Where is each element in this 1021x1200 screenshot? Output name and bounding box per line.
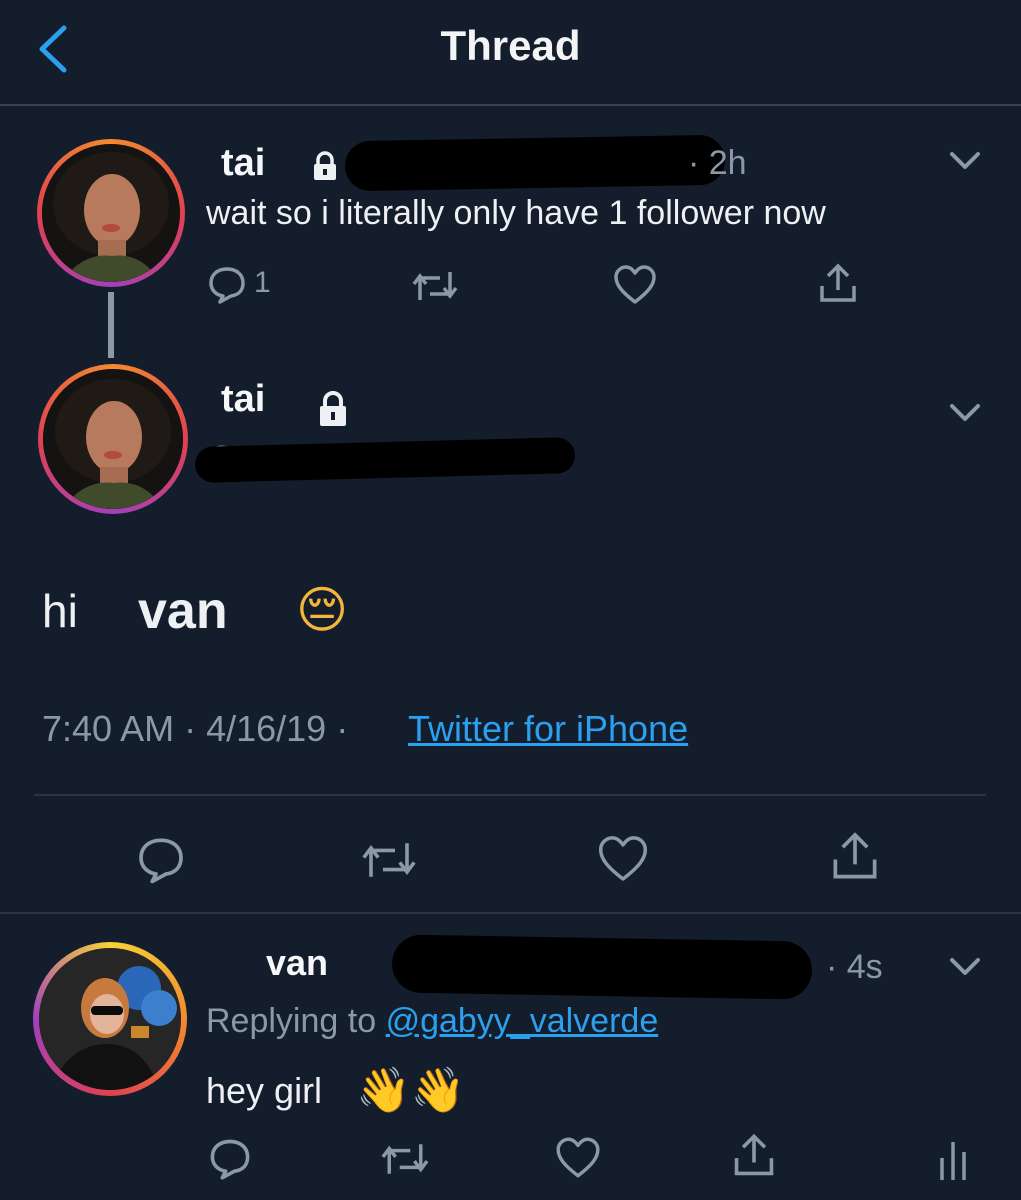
avatar[interactable] [39, 948, 181, 1090]
tweet-text-hi: hi [42, 585, 78, 637]
replying-prefix: Replying to [206, 1002, 377, 1040]
redacted-handle [391, 934, 813, 1000]
avatar[interactable] [42, 144, 180, 282]
reply-count: 1 [254, 266, 271, 299]
analytics-icon[interactable] [936, 1136, 970, 1182]
tweet-reply[interactable]: van · 4s Replying to @gabyy_valverde hey… [0, 914, 1021, 1200]
timestamp: · 2h [688, 144, 747, 182]
emoji-pensive: 😔 [296, 582, 349, 638]
share-icon[interactable] [828, 830, 882, 884]
like-icon[interactable] [554, 1136, 602, 1180]
tweet-focus: tai @g hi van 😔 7:40 AM · 4/16/19 · Twit… [0, 356, 1021, 911]
author-name[interactable]: tai [221, 378, 265, 421]
chevron-down-icon[interactable] [948, 956, 982, 978]
tweet-datetime: 7:40 AM · 4/16/19 · [42, 708, 349, 749]
avatar[interactable] [43, 369, 183, 509]
tweet-text-van: van [138, 582, 228, 640]
nav-bar: Thread [0, 0, 1021, 104]
chevron-down-icon[interactable] [948, 402, 982, 424]
author-name[interactable]: tai [221, 142, 265, 185]
replying-to-label: Replying to @gabyy_valverde [206, 1002, 658, 1041]
retweet-icon[interactable] [410, 266, 460, 306]
tweet-text: wait so i literally only have 1 follower… [206, 194, 826, 232]
reply-icon[interactable] [136, 834, 186, 884]
like-icon[interactable] [612, 264, 658, 306]
reply-icon[interactable] [207, 264, 247, 304]
replying-handle-link[interactable]: @gabyy_valverde [386, 1002, 659, 1040]
tweet-text: hey girl [206, 1070, 323, 1111]
page-title: Thread [440, 22, 581, 69]
divider [34, 794, 986, 796]
like-icon[interactable] [596, 834, 650, 884]
timestamp: · 4s [826, 948, 883, 986]
share-icon[interactable] [730, 1132, 778, 1180]
tweet-parent[interactable]: tai · 2h wait so i literally only have 1… [0, 106, 1021, 358]
client-link[interactable]: Twitter for iPhone [408, 708, 688, 750]
retweet-icon[interactable] [358, 836, 420, 884]
share-icon[interactable] [816, 262, 860, 306]
author-name[interactable]: van [266, 942, 328, 984]
chevron-down-icon[interactable] [948, 150, 982, 172]
lock-icon [315, 390, 351, 428]
lock-icon [310, 150, 340, 182]
thread-line [108, 292, 114, 358]
redacted-handle [344, 134, 726, 192]
reply-icon[interactable] [208, 1136, 252, 1180]
emoji-wave: 👋👋 [356, 1066, 466, 1115]
retweet-icon[interactable] [378, 1138, 432, 1180]
